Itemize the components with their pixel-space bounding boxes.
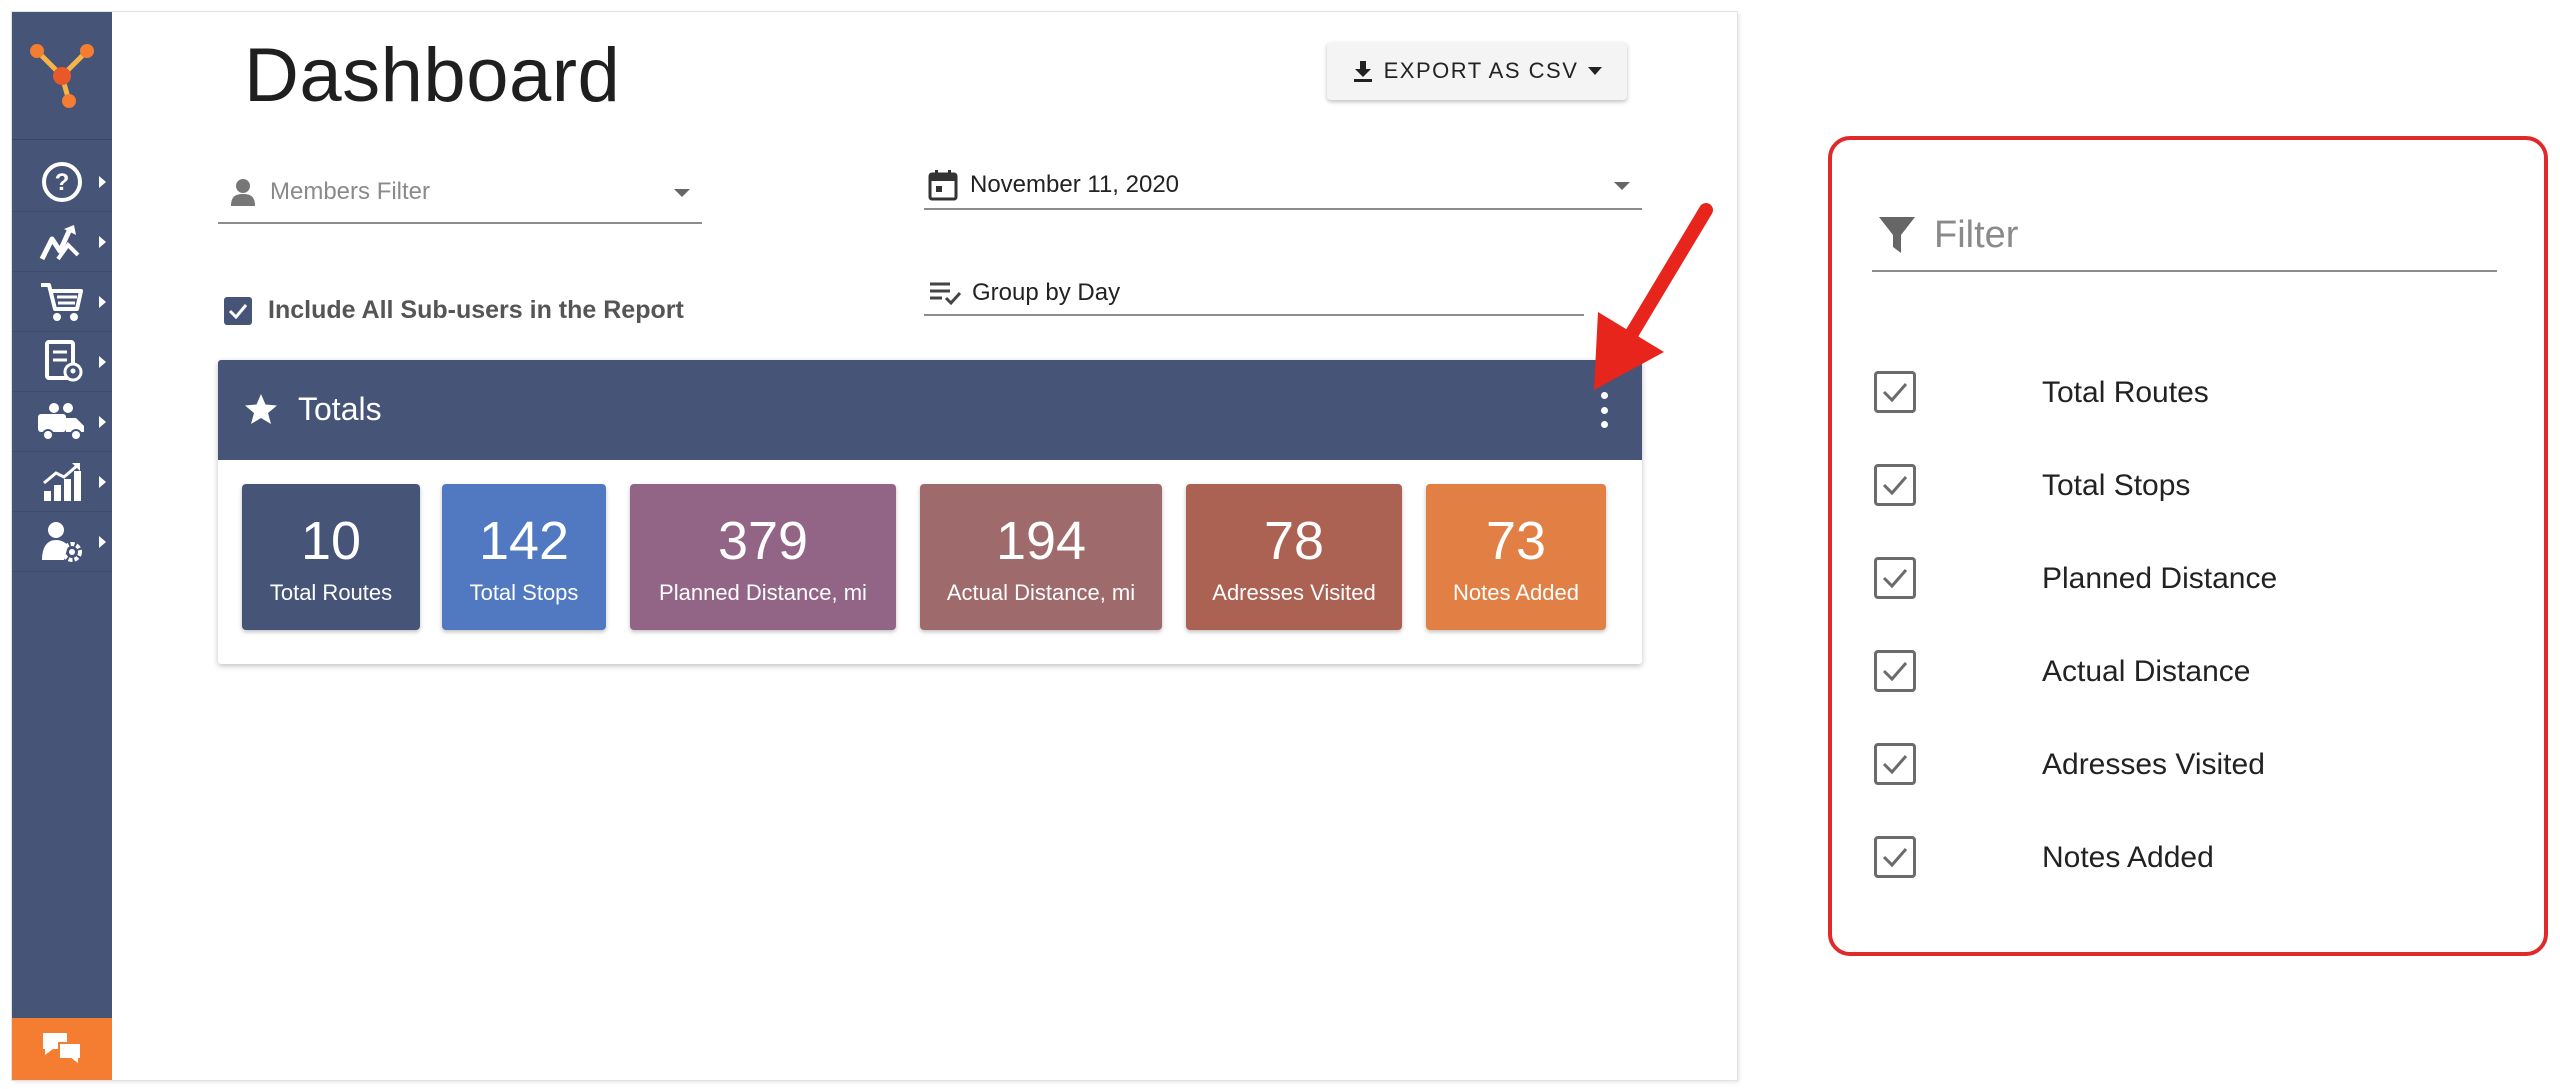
filter-option-planned-distance[interactable]: Planned Distance	[1874, 552, 2277, 604]
members-filter-placeholder: Members Filter	[270, 178, 431, 205]
dropdown-arrow-icon	[674, 189, 690, 197]
checkbox-checked-icon	[1874, 836, 1916, 878]
include-subusers-checkbox[interactable]: Include All Sub-users in the Report	[224, 296, 684, 325]
sidebar: ?	[12, 12, 112, 1080]
group-by-select[interactable]: Group by Day	[924, 272, 1584, 316]
filter-option-label: Actual Distance	[2042, 655, 2251, 688]
filter-option-total-routes[interactable]: Total Routes	[1874, 366, 2209, 418]
filter-option-label: Planned Distance	[2042, 562, 2278, 595]
tile-value: 78	[1263, 511, 1325, 571]
group-by-value: Group by Day	[972, 279, 1121, 306]
tile-planned-distance: 379 Planned Distance, mi	[630, 484, 896, 630]
chevron-right-icon	[99, 356, 106, 368]
list-check-icon	[930, 282, 962, 306]
caret-down-icon	[1588, 67, 1603, 75]
calendar-icon	[928, 170, 958, 201]
checkbox-checked-icon	[224, 296, 252, 325]
chevron-right-icon	[99, 176, 106, 188]
sidebar-item-fleet[interactable]	[12, 392, 112, 452]
star-icon	[245, 394, 277, 424]
chat-button[interactable]	[12, 1018, 112, 1080]
filter-panel: Filter Total Routes Total Stops Planned …	[1828, 136, 2548, 956]
sidebar-item-help[interactable]: ?	[12, 152, 112, 212]
checkbox-checked-icon	[1874, 371, 1916, 413]
tile-label: Adresses Visited	[1212, 580, 1376, 605]
download-icon	[1353, 61, 1372, 82]
user-settings-icon	[42, 521, 82, 562]
tile-value: 10	[300, 511, 362, 571]
page-title: Dashboard	[244, 33, 621, 118]
svg-text:?: ?	[55, 169, 70, 196]
filter-option-addresses-visited[interactable]: Adresses Visited	[1874, 738, 2265, 790]
tile-value: 142	[478, 511, 570, 571]
tile-notes-added: 73 Notes Added	[1426, 484, 1606, 630]
filter-placeholder: Filter	[1934, 213, 2019, 256]
app-logo[interactable]	[12, 12, 112, 140]
tile-addresses-visited: 78 Adresses Visited	[1186, 484, 1402, 630]
tile-total-routes: 10 Total Routes	[242, 484, 420, 630]
sidebar-item-analytics[interactable]	[12, 452, 112, 512]
tile-label: Notes Added	[1453, 580, 1579, 605]
include-subusers-label: Include All Sub-users in the Report	[268, 296, 684, 324]
sidebar-item-routes[interactable]	[12, 212, 112, 272]
chevron-right-icon	[99, 416, 106, 428]
checkbox-checked-icon	[1874, 464, 1916, 506]
cart-icon	[41, 282, 83, 321]
tile-value: 73	[1485, 511, 1547, 571]
filter-option-total-stops[interactable]: Total Stops	[1874, 459, 2190, 511]
filter-icon	[1879, 217, 1915, 253]
fleet-icon	[38, 402, 84, 441]
tile-label: Total Stops	[469, 580, 579, 605]
tile-label: Total Routes	[269, 580, 393, 605]
chevron-right-icon	[99, 236, 106, 248]
tile-label: Actual Distance, mi	[946, 580, 1136, 605]
filter-option-label: Total Stops	[2042, 469, 2191, 502]
tile-label: Planned Distance, mi	[659, 580, 867, 605]
analytics-icon	[43, 462, 81, 501]
date-value: November 11, 2020	[970, 171, 1180, 198]
sidebar-item-cart[interactable]	[12, 272, 112, 332]
filter-option-label: Notes Added	[2042, 841, 2214, 874]
chat-icon	[43, 1033, 82, 1067]
chevron-right-icon	[99, 296, 106, 308]
filter-input[interactable]: Filter	[1872, 200, 2497, 272]
checkbox-checked-icon	[1874, 650, 1916, 692]
address-book-icon	[45, 339, 83, 381]
sidebar-item-address-book[interactable]	[12, 332, 112, 392]
tile-actual-distance: 194 Actual Distance, mi	[920, 484, 1162, 630]
dropdown-arrow-icon	[1614, 182, 1630, 190]
chevron-right-icon	[99, 536, 106, 548]
totals-card: Totals 10 Total Routes 142 Total Stops 3…	[218, 360, 1642, 664]
tile-value: 194	[995, 511, 1087, 571]
tile-value: 379	[717, 511, 809, 571]
filter-option-label: Total Routes	[2042, 376, 2209, 409]
help-icon: ?	[42, 161, 82, 202]
sidebar-item-user-settings[interactable]	[12, 512, 112, 572]
tile-total-stops: 142 Total Stops	[442, 484, 606, 630]
person-icon	[231, 179, 255, 206]
chevron-right-icon	[99, 476, 106, 488]
logo-icon	[30, 43, 94, 108]
red-arrow-annotation	[1594, 203, 1713, 390]
app-window: ? Dashboard EXPORT AS CSV Members Filter…	[12, 12, 1737, 1080]
export-csv-button[interactable]: EXPORT AS CSV	[1327, 42, 1627, 100]
export-csv-label: EXPORT AS CSV	[1383, 58, 1579, 83]
filter-option-notes-added[interactable]: Notes Added	[1874, 831, 2214, 883]
filter-option-label: Adresses Visited	[2042, 748, 2265, 781]
checkbox-checked-icon	[1874, 557, 1916, 599]
totals-title: Totals	[298, 391, 382, 427]
members-filter-select[interactable]: Members Filter	[218, 162, 702, 224]
date-select[interactable]: November 11, 2020	[924, 162, 1642, 210]
routes-icon	[39, 224, 80, 260]
filter-option-actual-distance[interactable]: Actual Distance	[1874, 645, 2250, 697]
checkbox-checked-icon	[1874, 743, 1916, 785]
totals-header: Totals	[218, 360, 1642, 460]
